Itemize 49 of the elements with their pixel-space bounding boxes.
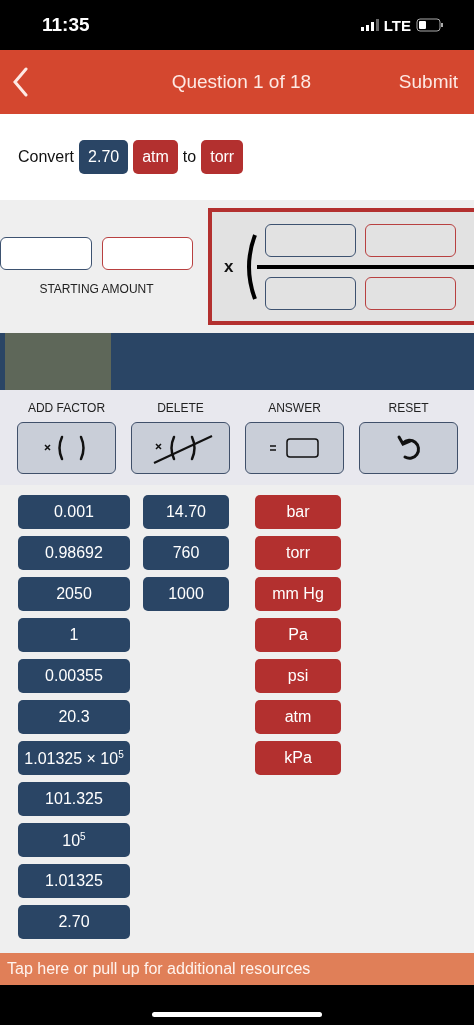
number-tile[interactable]: 2050 — [18, 577, 130, 611]
back-chevron-icon — [12, 67, 28, 97]
number-tile[interactable]: 0.00355 — [18, 659, 130, 693]
unit-tile[interactable]: atm — [255, 700, 341, 734]
battery-icon — [416, 18, 444, 32]
number-tile[interactable]: 1.01325 — [18, 864, 130, 898]
tool-label: ADD FACTOR — [27, 401, 106, 415]
numerator-value-slot[interactable] — [265, 223, 357, 257]
multiply-sign: x — [224, 256, 234, 277]
unit-tile[interactable]: Pa — [255, 618, 341, 652]
unit-tile[interactable]: kPa — [255, 741, 341, 775]
tool-button[interactable] — [359, 422, 458, 474]
numerator-unit-slot[interactable] — [365, 223, 457, 257]
unit-tile[interactable]: psi — [255, 659, 341, 693]
tool-button[interactable] — [131, 422, 230, 474]
unit-tile[interactable]: mm Hg — [255, 577, 341, 611]
starting-amount-label: STARTING AMOUNT — [39, 282, 154, 296]
network-label: LTE — [383, 16, 411, 34]
number-tile[interactable]: 760 — [143, 536, 229, 570]
tool-button[interactable] — [17, 422, 116, 474]
number-tile[interactable]: 1000 — [143, 577, 229, 611]
number-tile[interactable]: 101.325 — [18, 782, 130, 816]
unit-slot[interactable] — [102, 237, 193, 270]
number-tile[interactable]: 1 — [18, 618, 130, 652]
tool-label: ANSWER — [268, 401, 321, 415]
number-tile[interactable]: 0.001 — [18, 495, 130, 529]
number-tile[interactable]: 20.3 — [18, 700, 130, 734]
unit-tile[interactable]: bar — [255, 495, 341, 529]
number-tile[interactable]: 1.01325 × 10$^{5}$ — [18, 741, 130, 775]
question-title: Question 1 of 18 — [170, 71, 313, 93]
tool-label: RESET — [388, 401, 429, 415]
number-tile[interactable]: 2.70 — [18, 905, 130, 939]
unit-tile[interactable]: torr — [255, 536, 341, 570]
tool-button[interactable] — [245, 422, 344, 474]
denominator-unit-slot[interactable] — [365, 276, 457, 310]
prompt-text: to — [182, 148, 197, 166]
submit-button[interactable]: Submit — [390, 67, 466, 97]
unit-chip: torr — [201, 140, 244, 174]
tool-label: DELETE — [157, 401, 204, 415]
signal-icon — [360, 19, 379, 31]
number-tile[interactable]: 14.70 — [143, 495, 229, 529]
value-chip: 2.70 — [79, 140, 129, 174]
denominator-value-slot[interactable] — [265, 276, 357, 310]
unit-chip: atm — [133, 140, 178, 174]
number-tile[interactable]: 0.98692 — [18, 536, 130, 570]
prompt-text: Convert — [18, 148, 75, 166]
number-tile[interactable]: 10$^{5}$ — [18, 823, 130, 857]
clock-time: 11:35 — [42, 14, 90, 36]
value-slot[interactable] — [0, 237, 92, 270]
